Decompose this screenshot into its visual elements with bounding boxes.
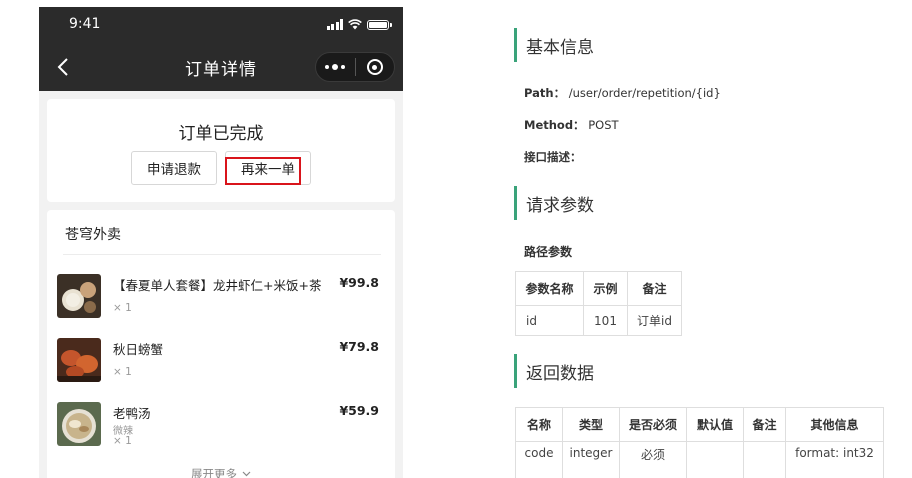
- order-status-card: 订单已完成 申请退款 再来一单: [47, 99, 395, 202]
- table-header-row: 参数名称 示例 备注: [515, 271, 682, 306]
- dish-thumbnail: [57, 274, 101, 318]
- dish-thumbnail: [57, 338, 101, 382]
- mini-program-screen: 9:41 订单详情 订单已完成 申请退款 再来一单 苍穹外卖 【春夏单人套餐】龙…: [39, 7, 403, 478]
- item-name: 秋日螃蟹: [113, 342, 164, 357]
- method-label: Method：: [524, 118, 585, 132]
- item-name: 老鸭汤: [113, 406, 151, 421]
- shop-name: 苍穹外卖: [65, 227, 121, 243]
- path-params-table: 参数名称 示例 备注 id 101 订单id: [515, 271, 682, 336]
- item-name: 【春夏单人套餐】龙井虾仁+米饭+茶: [113, 278, 322, 293]
- table-header-cell: 名称: [515, 407, 563, 442]
- path-params-label: 路径参数: [524, 245, 573, 259]
- dish-thumbnail: [57, 402, 101, 446]
- item-quantity: × 1: [113, 302, 132, 314]
- reorder-button[interactable]: 再来一单: [225, 151, 311, 185]
- item-quantity: × 1: [113, 366, 132, 378]
- api-doc-panel: 基本信息 Path： /user/order/repetition/{id} M…: [510, 0, 912, 478]
- table-header-row: 名称 类型 是否必须 默认值 备注 其他信息: [515, 407, 884, 442]
- list-item[interactable]: 秋日螃蟹 ¥79.8 × 1: [47, 336, 395, 392]
- section-heading-request-params: 请求参数: [514, 186, 594, 220]
- table-cell: [743, 441, 786, 478]
- close-target-icon: [366, 59, 383, 75]
- more-button[interactable]: [316, 64, 355, 70]
- path-label: Path：: [524, 86, 566, 100]
- list-item[interactable]: 老鸭汤 ¥59.9 微辣 × 1: [47, 400, 395, 456]
- path-value: /user/order/repetition/{id}: [568, 86, 721, 100]
- table-cell: 101: [583, 305, 628, 336]
- description-label: 接口描述：: [524, 150, 582, 164]
- table-header-cell: 是否必须: [619, 407, 687, 442]
- section-heading-response-data: 返回数据: [514, 354, 594, 388]
- table-cell: integer: [562, 441, 620, 478]
- divider: [63, 254, 381, 255]
- chevron-down-icon: [242, 471, 251, 477]
- order-status: 订单已完成: [178, 124, 264, 144]
- item-price: ¥59.9: [339, 403, 379, 418]
- table-header-cell: 参数名称: [515, 271, 584, 306]
- refund-button[interactable]: 申请退款: [131, 151, 217, 185]
- response-table: 名称 类型 是否必须 默认值 备注 其他信息 code integer 必须 f…: [515, 407, 884, 478]
- table-row: id 101 订单id: [515, 305, 682, 336]
- order-items-card: 苍穹外卖 【春夏单人套餐】龙井虾仁+米饭+茶 ¥99.8 × 1 秋日螃蟹 ¥7…: [47, 210, 395, 478]
- item-quantity: × 1: [113, 435, 132, 447]
- close-button[interactable]: [355, 59, 394, 75]
- battery-icon: [367, 20, 392, 30]
- path-row: Path： /user/order/repetition/{id}: [524, 85, 721, 101]
- table-cell: id: [515, 305, 584, 336]
- expand-more-link[interactable]: 展开更多: [47, 466, 395, 478]
- list-item[interactable]: 【春夏单人套餐】龙井虾仁+米饭+茶 ¥99.8 × 1: [47, 272, 395, 328]
- method-row: Method： POST: [524, 117, 619, 133]
- signal-icon: [326, 19, 343, 30]
- table-cell: [686, 441, 744, 478]
- table-header-cell: 备注: [627, 271, 682, 306]
- table-cell: 订单id: [627, 305, 682, 336]
- status-bar: 9:41: [39, 7, 403, 43]
- status-time: 9:41: [69, 16, 101, 32]
- table-header-cell: 类型: [562, 407, 620, 442]
- wifi-icon: [348, 19, 362, 30]
- description-row: 接口描述：: [524, 149, 582, 165]
- table-cell: 必须: [619, 441, 687, 478]
- table-header-cell: 备注: [743, 407, 786, 442]
- method-value: POST: [588, 118, 619, 132]
- table-cell: code: [515, 441, 563, 478]
- table-cell: format: int32: [785, 441, 884, 478]
- nav-bar: 订单详情: [39, 43, 403, 91]
- item-price: ¥79.8: [339, 339, 379, 354]
- section-heading-basic-info: 基本信息: [514, 28, 594, 62]
- item-price: ¥99.8: [339, 275, 379, 290]
- table-header-cell: 示例: [583, 271, 628, 306]
- table-header-cell: 其他信息: [785, 407, 884, 442]
- status-icons: [326, 19, 392, 30]
- table-row: code integer 必须 format: int32: [515, 441, 884, 478]
- expand-more-label: 展开更多: [191, 467, 237, 478]
- capsule-menu: [315, 52, 395, 82]
- table-header-cell: 默认值: [686, 407, 744, 442]
